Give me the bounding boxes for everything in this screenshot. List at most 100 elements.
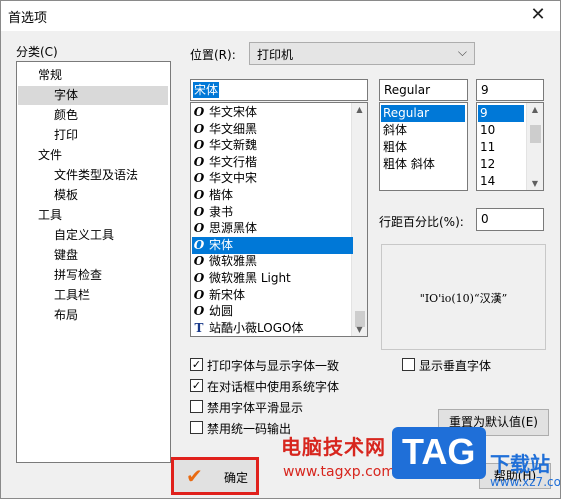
position-select[interactable]: 打印机 ⌵	[249, 42, 475, 65]
option-checkbox[interactable]	[190, 400, 203, 413]
font-list-item[interactable]: O 华文行楷	[192, 154, 353, 171]
option-checkbox[interactable]: ✓	[190, 358, 203, 371]
tag-logo-text: TAG	[402, 431, 476, 472]
tree-item[interactable]: 键盘	[54, 246, 78, 265]
font-list-item-label: 华文宋体	[209, 105, 258, 119]
font-size-item[interactable]: 11	[478, 139, 524, 156]
opentype-icon: O	[193, 254, 205, 269]
position-label: 位置(R):	[190, 48, 236, 62]
font-list-item[interactable]: O 宋体	[192, 236, 353, 254]
scroll-down-icon[interactable]: ▼	[527, 179, 543, 188]
ok-button[interactable]: ✔ 确定	[171, 457, 259, 495]
option-label: 禁用统一码输出	[207, 422, 292, 436]
font-style-item[interactable]: 粗体	[381, 139, 465, 156]
font-list-item-label: 宋体	[209, 237, 234, 252]
opentype-icon: O	[193, 287, 205, 302]
chevron-down-icon: ⌵	[457, 45, 467, 59]
font-style-item[interactable]: 粗体 斜体	[381, 156, 465, 173]
opentype-icon: O	[193, 105, 205, 119]
tree-item[interactable]: 颜色	[54, 106, 78, 125]
option-label: 打印字体与显示字体一致	[207, 359, 340, 373]
option-label: 在对话框中使用系统字体	[207, 380, 340, 394]
checkmark-icon: ✓	[191, 358, 202, 371]
font-list-item[interactable]: O 楷体	[192, 187, 353, 204]
font-size-input[interactable]: 9	[476, 79, 544, 101]
tag-logo: TAG	[392, 427, 486, 479]
font-list-scrollbar[interactable]: ▲ ▼	[351, 103, 367, 336]
tree-item[interactable]: 工具栏	[54, 286, 90, 305]
font-list-item[interactable]: O 华文中宋	[192, 170, 353, 187]
font-list-item-label: 新宋体	[209, 287, 246, 302]
font-name-input[interactable]: 宋体	[190, 79, 368, 101]
watermark-site-url: www.tagxp.com	[283, 464, 395, 480]
font-list-item[interactable]: O 思源黑体	[192, 220, 353, 237]
font-list-item[interactable]: O 华文宋体	[192, 104, 353, 121]
opentype-icon: O	[193, 204, 205, 219]
watermark-download-text: 下载站	[490, 452, 550, 476]
checkmark-icon: ✓	[191, 379, 202, 392]
tree-item[interactable]: 常规	[38, 66, 62, 85]
font-list-item-label: 华文行楷	[209, 154, 258, 169]
font-style-value: Regular	[384, 83, 431, 97]
font-size-item[interactable]: 14	[478, 173, 524, 190]
font-list-item-label: 微软雅黑 Light	[209, 271, 291, 285]
category-label: 分类(C)	[16, 45, 58, 59]
check-icon: ✔	[186, 464, 203, 488]
font-size-item[interactable]: 12	[478, 156, 524, 173]
opentype-icon: O	[193, 154, 205, 169]
preview-text: "IO'io(10)“汉漢”	[419, 292, 508, 305]
preferences-dialog: 首选项 ✕ 分类(C) 常规 字体 颜色 打印 文件 文件类型及语法 模板 工具 自定义工具 键盘…	[0, 0, 561, 499]
font-style-list[interactable]: Regular 斜体 粗体 粗体 斜体	[379, 102, 468, 191]
font-style-input[interactable]: Regular	[379, 79, 468, 101]
window-title: 首选项	[8, 11, 48, 26]
opentype-icon: O	[193, 237, 205, 252]
font-style-item[interactable]: Regular	[381, 105, 465, 122]
font-list-item[interactable]: O 华文细黑	[192, 121, 353, 138]
watermark-download-url: www.xz7.com	[490, 475, 561, 489]
opentype-icon: O	[193, 121, 205, 136]
tree-item[interactable]: 工具	[38, 206, 62, 225]
font-list-item[interactable]: O 微软雅黑 Light	[192, 270, 353, 287]
option-checkbox[interactable]: ✓	[190, 379, 203, 392]
line-spacing-input[interactable]: 0	[476, 208, 544, 231]
font-list-item-label: 思源黑体	[209, 221, 258, 236]
show-vertical-font-checkbox[interactable]	[402, 358, 415, 371]
tree-item[interactable]: 自定义工具	[54, 226, 114, 245]
font-size-item[interactable]: 9	[478, 105, 524, 122]
font-list-item-label: 华文新魏	[209, 138, 258, 153]
tree-item[interactable]: 字体	[54, 86, 78, 105]
scroll-up-icon[interactable]: ▲	[352, 105, 367, 114]
close-button[interactable]: ✕	[516, 1, 560, 31]
scroll-up-icon[interactable]: ▲	[527, 105, 543, 114]
scroll-thumb[interactable]	[530, 125, 541, 143]
tree-item[interactable]: 文件类型及语法	[54, 166, 138, 185]
tree-item[interactable]: 打印	[54, 126, 78, 145]
position-value: 打印机	[257, 48, 294, 62]
font-list-item[interactable]: O 新宋体	[192, 287, 353, 304]
tree-selection-highlight	[18, 86, 168, 105]
tree-item[interactable]: 布局	[54, 306, 78, 325]
opentype-icon: O	[193, 221, 205, 236]
show-vertical-font-label: 显示垂直字体	[419, 359, 492, 373]
font-list-item[interactable]: O 幼圆	[192, 303, 353, 320]
font-style-item[interactable]: 斜体	[381, 122, 465, 139]
font-list-item[interactable]: O 隶书	[192, 204, 353, 221]
font-size-value: 9	[481, 83, 489, 97]
tree-item[interactable]: 拼写检查	[54, 266, 102, 285]
font-list-item[interactable]: O 微软雅黑	[192, 253, 353, 270]
option-label: 禁用字体平滑显示	[207, 401, 304, 415]
tree-item[interactable]: 模板	[54, 186, 78, 205]
font-list-item[interactable]: T 站酷小薇LOGO体	[192, 320, 353, 337]
font-size-item[interactable]: 10	[478, 122, 524, 139]
font-size-list[interactable]: ▲ ▼ 9 10 11 12 14	[476, 102, 544, 191]
font-list-item[interactable]: O 华文新魏	[192, 137, 353, 154]
scroll-down-icon[interactable]: ▼	[352, 325, 367, 334]
tree-item[interactable]: 文件	[38, 146, 62, 165]
font-list-item-label: 站酷小薇LOGO体	[209, 320, 304, 335]
opentype-icon: O	[193, 171, 205, 186]
option-checkbox[interactable]	[190, 421, 203, 434]
font-list[interactable]: ▲ ▼ O 华文宋体 O 华文细黑 O 华文新魏 O 华文行楷 O 华文中宋 O 楷体 O 隶书 O 思源黑体…	[190, 102, 368, 337]
opentype-icon: O	[193, 138, 205, 153]
category-tree[interactable]: 常规 字体 颜色 打印 文件 文件类型及语法 模板 工具 自定义工具 键盘 拼写检查 工具栏 布局	[16, 61, 171, 463]
size-list-scrollbar[interactable]: ▲ ▼	[526, 103, 543, 190]
